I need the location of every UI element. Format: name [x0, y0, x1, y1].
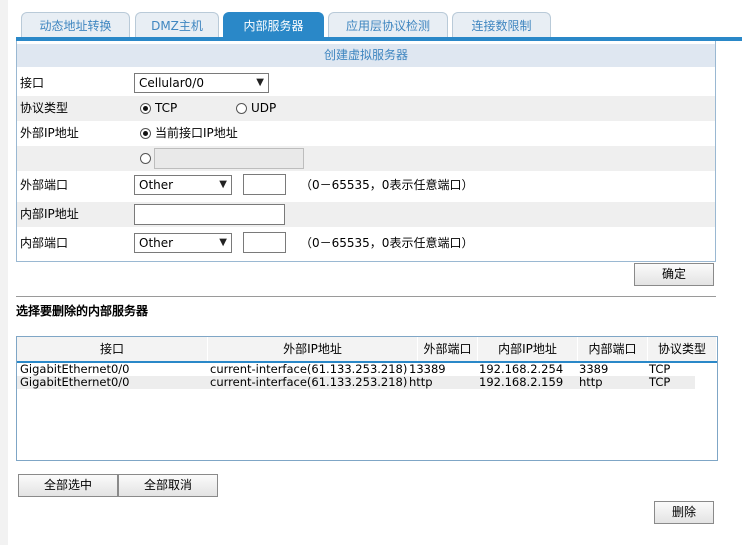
custom-external-ip-input[interactable]	[154, 148, 304, 169]
row-external-port: 外部端口 Other ▼ （0－65535，0表示任意端口）	[17, 173, 715, 198]
tcp-radio[interactable]	[140, 103, 151, 114]
row-interface: 接口 Cellular0/0 ▼	[17, 71, 715, 96]
internal-port-label: 内部端口	[20, 236, 69, 250]
internal-port-hint: （0－65535，0表示任意端口）	[300, 236, 474, 250]
table-row[interactable]: GigabitEthernet0/0 current-interface(61.…	[17, 376, 695, 389]
external-ip-label: 外部IP地址	[20, 126, 79, 140]
external-port-label: 外部端口	[20, 178, 69, 192]
external-port-input[interactable]	[243, 174, 286, 195]
tab-internal-server[interactable]: 内部服务器	[223, 12, 324, 38]
external-port-select-value: Other	[139, 178, 174, 192]
col-interface: 接口	[17, 337, 208, 361]
internal-port-select-value: Other	[139, 236, 174, 250]
left-strip	[0, 0, 8, 545]
select-all-button[interactable]: 全部选中	[18, 474, 118, 497]
deselect-all-button[interactable]: 全部取消	[118, 474, 218, 497]
delete-button[interactable]: 删除	[654, 501, 714, 524]
cell-internal-port: http	[579, 375, 603, 389]
delete-section-title: 选择要删除的内部服务器	[16, 304, 149, 318]
chevron-down-icon: ▼	[219, 237, 227, 248]
internal-ip-input[interactable]	[134, 204, 285, 225]
col-external-ip: 外部IP地址	[208, 337, 418, 361]
col-internal-ip: 内部IP地址	[478, 337, 578, 361]
protocol-label: 协议类型	[20, 101, 69, 115]
cell-protocol: TCP	[649, 375, 671, 389]
row-external-ip-custom	[17, 146, 715, 171]
tab-dmz-host[interactable]: DMZ主机	[135, 12, 219, 38]
row-external-ip: 外部IP地址 当前接口IP地址	[17, 121, 715, 146]
internal-server-table: 接口 外部IP地址 外部端口 内部IP地址 内部端口 协议类型 GigabitE…	[16, 336, 718, 461]
panel-title: 创建虚拟服务器	[17, 44, 715, 67]
current-interface-ip-label: 当前接口IP地址	[155, 126, 238, 140]
udp-radio-label: UDP	[251, 101, 277, 115]
tab-connection-limit[interactable]: 连接数限制	[452, 12, 551, 38]
internal-port-select[interactable]: Other ▼	[134, 233, 232, 253]
col-protocol: 协议类型	[648, 337, 717, 361]
row-internal-ip: 内部IP地址	[17, 202, 715, 227]
create-virtual-server-panel: 创建虚拟服务器 接口 Cellular0/0 ▼ 协议类型 TCP UDP 外部…	[16, 41, 716, 262]
current-interface-ip-radio[interactable]	[140, 128, 151, 139]
interface-select[interactable]: Cellular0/0 ▼	[134, 73, 269, 93]
tab-alg-detection[interactable]: 应用层协议检测	[328, 12, 448, 38]
row-protocol: 协议类型 TCP UDP	[17, 96, 715, 121]
col-internal-port: 内部端口	[578, 337, 648, 361]
cell-internal-ip: 192.168.2.159	[479, 375, 564, 389]
confirm-button[interactable]: 确定	[634, 263, 714, 286]
tcp-radio-label: TCP	[155, 101, 178, 115]
cell-interface: GigabitEthernet0/0	[20, 375, 130, 389]
external-port-select[interactable]: Other ▼	[134, 175, 232, 195]
external-port-hint: （0－65535，0表示任意端口）	[300, 178, 474, 192]
interface-label: 接口	[20, 76, 45, 90]
cell-external-ip: current-interface(61.133.253.218)	[210, 375, 408, 389]
internal-ip-label: 内部IP地址	[20, 207, 79, 221]
section-divider	[16, 296, 716, 297]
row-internal-port: 内部端口 Other ▼ （0－65535，0表示任意端口）	[17, 231, 715, 256]
internal-port-input[interactable]	[243, 232, 286, 253]
chevron-down-icon: ▼	[219, 179, 227, 190]
udp-radio[interactable]	[236, 103, 247, 114]
custom-ip-radio[interactable]	[140, 153, 151, 164]
cell-external-port: http	[409, 375, 433, 389]
tab-nat[interactable]: 动态地址转换	[21, 12, 130, 38]
table-header: 接口 外部IP地址 外部端口 内部IP地址 内部端口 协议类型	[17, 337, 717, 363]
chevron-down-icon: ▼	[256, 77, 264, 88]
interface-select-value: Cellular0/0	[139, 76, 204, 90]
col-external-port: 外部端口	[418, 337, 478, 361]
